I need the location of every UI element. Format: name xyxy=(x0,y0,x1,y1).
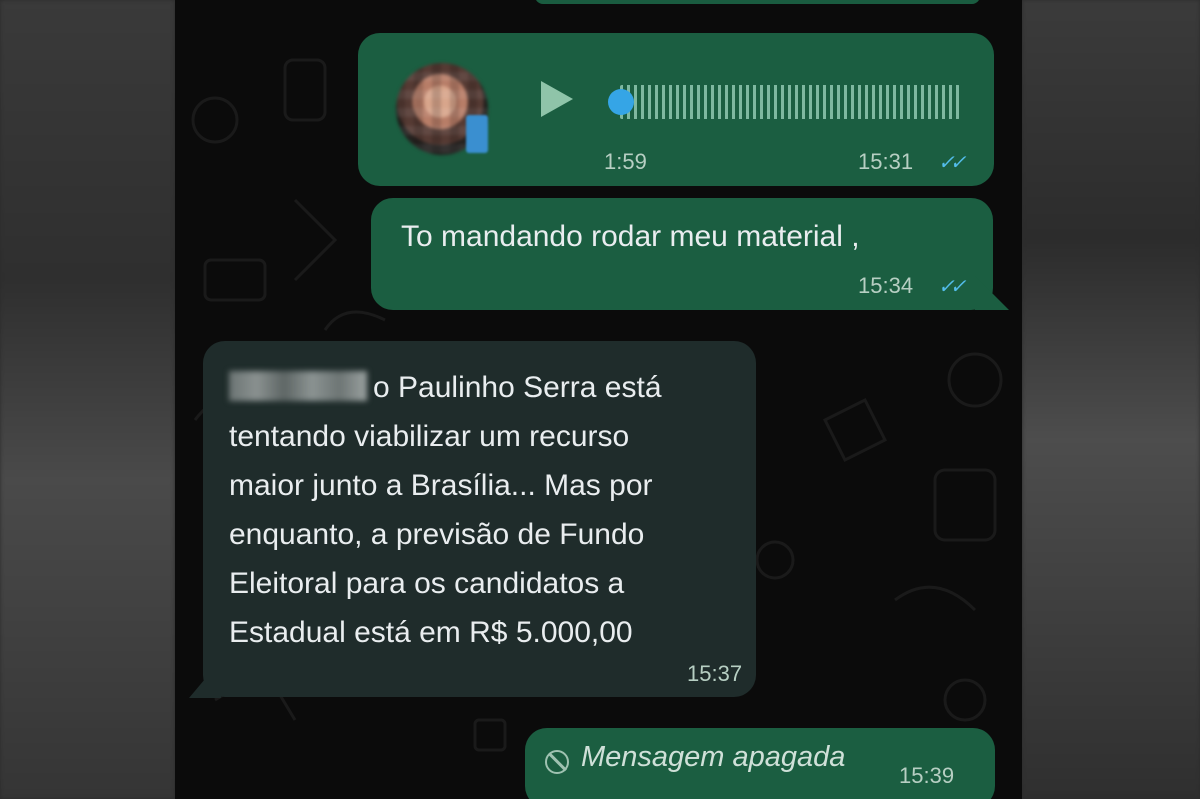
message-timestamp: 15:34 xyxy=(858,273,914,298)
background-blur-left xyxy=(0,0,175,799)
deleted-message-bubble[interactable]: Mensagem apagada 15:39 xyxy=(525,728,995,799)
audio-scrubber-handle[interactable] xyxy=(608,89,634,115)
message-timestamp: 15:39 xyxy=(899,763,955,788)
read-receipt-icon: ✓✓ xyxy=(938,152,966,174)
outgoing-message-bubble[interactable]: To mandando rodar meu material , 15:34 ✓… xyxy=(371,198,993,310)
deleted-icon xyxy=(545,750,569,774)
message-text: o Paulinho Serra está tentando viabiliza… xyxy=(229,371,662,649)
background-blur-right xyxy=(1022,0,1200,799)
message-timestamp: 15:37 xyxy=(687,661,743,686)
bubble-tail xyxy=(975,276,1009,310)
play-icon[interactable] xyxy=(541,81,573,117)
incoming-message-bubble[interactable]: o Paulinho Serra está tentando viabiliza… xyxy=(203,341,756,697)
previous-message-edge xyxy=(535,0,980,4)
deleted-message-text: Mensagem apagada xyxy=(581,741,846,773)
voice-message-bubble[interactable]: 1:59 15:31 ✓✓ xyxy=(358,33,994,186)
bubble-tail xyxy=(189,660,221,698)
redacted-name xyxy=(229,371,367,401)
message-timestamp: 15:31 xyxy=(858,149,914,174)
chat-screen: 1:59 15:31 ✓✓ To mandando rodar meu mate… xyxy=(175,0,1022,799)
read-receipt-icon: ✓✓ xyxy=(938,276,966,298)
mic-icon xyxy=(466,115,488,153)
audio-duration: 1:59 xyxy=(604,149,647,174)
audio-waveform[interactable] xyxy=(620,85,960,119)
message-text: To mandando rodar meu material , xyxy=(401,220,860,253)
